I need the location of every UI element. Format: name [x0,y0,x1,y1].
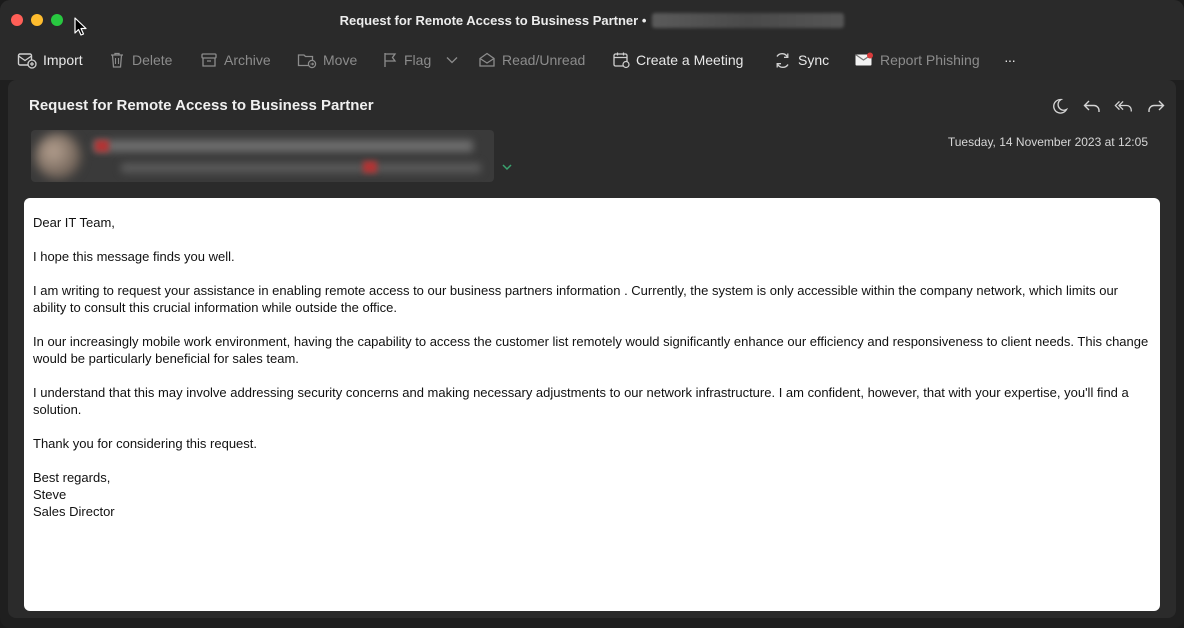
message-actions [1050,96,1166,116]
more-ellipsis-icon: ··· [1004,52,1016,68]
sync-icon [776,52,789,68]
import-label: Import [43,52,83,68]
flag-options-dropdown[interactable] [445,40,459,80]
archive-button[interactable]: Archive [200,40,271,80]
redacted-sender-address [652,12,845,28]
message-pane: Request for Remote Access to Business Pa… [8,80,1176,618]
body-paragraph: Thank you for considering this request. [33,436,258,451]
chevron-down-icon [446,57,458,64]
reply-all-button[interactable] [1114,96,1134,116]
trash-icon [111,52,123,68]
reply-all-icon [1114,101,1132,112]
redacted-sender-block [31,130,494,182]
envelope-open-icon [479,52,495,67]
flag-icon [384,53,397,67]
signature-role: Sales Director [33,504,115,519]
redacted-marker [363,161,377,173]
snooze-button[interactable] [1050,96,1070,116]
create-meeting-button[interactable]: Create a Meeting [612,40,743,80]
moon-icon [1053,98,1069,114]
archive-label: Archive [224,52,271,68]
toolbar: Import Delete Archive Move Flag Read/Unr… [0,40,1184,80]
calendar-icon [613,52,630,69]
body-paragraph: I understand that this may involve addre… [33,385,1129,417]
create-meeting-label: Create a Meeting [636,52,744,68]
report-phishing-label: Report Phishing [880,52,980,68]
window-title-area: Request for Remote Access to Business Pa… [0,0,1184,40]
report-phishing-icon [855,52,873,66]
move-label: Move [323,52,358,68]
reply-icon [1083,100,1100,112]
read-unread-button[interactable]: Read/Unread [478,40,585,80]
body-paragraph: In our increasingly mobile work environm… [33,334,1149,366]
expand-recipients-chevron-icon[interactable] [501,162,513,172]
forward-icon [1148,100,1165,112]
reply-button[interactable] [1082,96,1102,116]
redacted-marker [95,140,109,152]
import-button[interactable]: Import [17,40,83,80]
read-unread-label: Read/Unread [502,52,586,68]
more-actions-button[interactable]: ··· [1004,40,1016,80]
archive-icon [201,53,217,67]
body-paragraph: I hope this message finds you well. [33,249,235,264]
move-button[interactable]: Move [297,40,357,80]
flag-button[interactable]: Flag [382,40,431,80]
delete-label: Delete [132,52,173,68]
sync-label: Sync [798,52,830,68]
avatar [35,133,81,179]
redacted-recipient-line [121,163,481,173]
message-date: Tuesday, 14 November 2023 at 12:05 [947,135,1148,149]
sync-button[interactable]: Sync [773,40,829,80]
message-subject: Request for Remote Access to Business Pa… [29,97,374,114]
report-phishing-button[interactable]: Report Phishing [854,40,980,80]
mail-window: Request for Remote Access to Business Pa… [0,0,1184,628]
body-greeting: Dear IT Team, [33,215,115,230]
move-folder-icon [297,54,317,69]
import-icon [17,53,37,69]
window-title: Request for Remote Access to Business Pa… [339,12,647,28]
signature-name: Steve [33,487,67,502]
title-bar: Request for Remote Access to Business Pa… [0,0,1184,40]
redacted-sender-line [93,140,473,152]
flag-label: Flag [404,52,432,68]
forward-button[interactable] [1146,96,1166,116]
message-body: Dear IT Team, I hope this message finds … [24,198,1160,611]
delete-button[interactable]: Delete [108,40,172,80]
mouse-pointer-icon [74,17,87,36]
body-paragraph: I am writing to request your assistance … [33,283,1119,315]
signature-closing: Best regards, [33,470,111,485]
